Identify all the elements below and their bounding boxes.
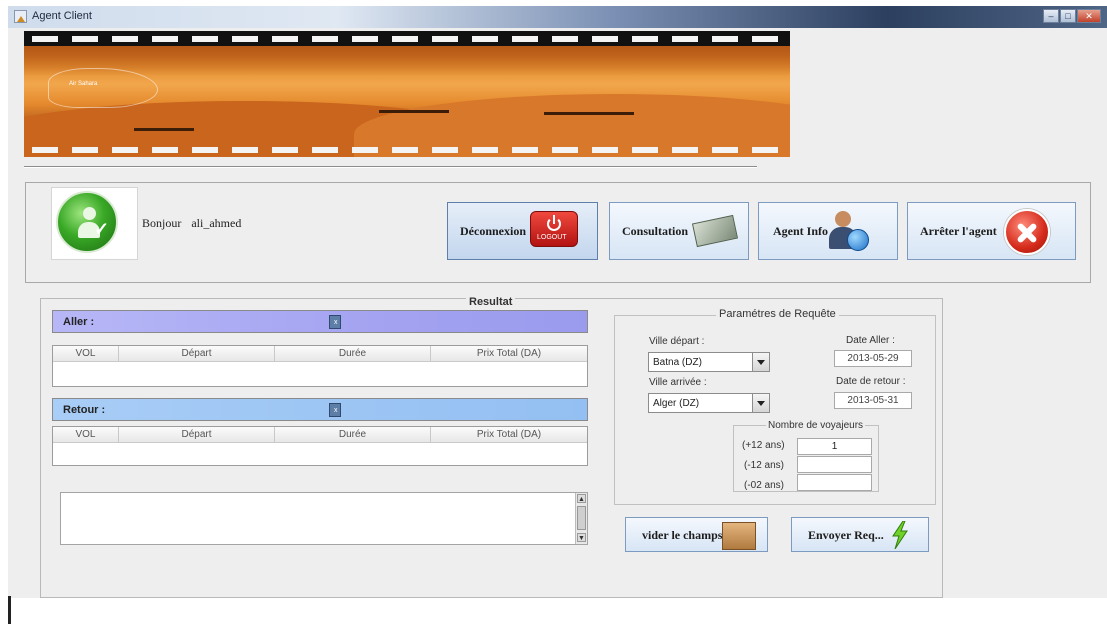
column-header-duree[interactable]: Durée [275, 427, 431, 442]
stop-agent-button[interactable]: Arrêter l'agent [907, 202, 1076, 260]
banner-camel-caravan [134, 128, 194, 131]
send-request-button[interactable]: Envoyer Req... [791, 517, 929, 552]
vertical-scrollbar[interactable]: ▲ ▼ [575, 493, 587, 544]
column-header-vol[interactable]: VOL [53, 346, 119, 361]
greeting-text: Bonjour [142, 216, 182, 230]
arrival-city-value: Alger (DZ) [653, 398, 700, 409]
user-avatar: ✓ [51, 187, 138, 260]
username-text: ali_ahmed [191, 216, 242, 230]
banner-camel-caravan [379, 110, 449, 113]
table-header: VOL Départ Durée Prix Total (DA) [53, 427, 587, 443]
log-text-area[interactable]: ▲ ▼ [60, 492, 588, 545]
departure-city-select[interactable]: Batna (DZ) [648, 352, 770, 372]
consultation-button-label: Consultation [622, 223, 689, 238]
column-header-depart[interactable]: Départ [119, 346, 275, 361]
infants-count-field[interactable] [797, 474, 872, 491]
stop-agent-button-label: Arrêter l'agent [920, 223, 997, 238]
banner-sky [24, 46, 790, 76]
column-header-prix[interactable]: Prix Total (DA) [431, 346, 587, 361]
scroll-down-icon[interactable]: ▼ [577, 533, 586, 542]
clear-fields-label: vider le champs [642, 528, 723, 542]
return-label: Retour : [63, 404, 106, 416]
java-app-icon [14, 10, 27, 23]
agent-info-button[interactable]: Agent Info [758, 202, 898, 260]
chevron-down-icon[interactable] [752, 353, 769, 371]
adults-count-field[interactable]: 1 [797, 438, 872, 455]
scroll-up-icon[interactable]: ▲ [577, 494, 586, 503]
arrival-city-select[interactable]: Alger (DZ) [648, 393, 770, 413]
banner-desert-scene: Air Sahara [24, 46, 790, 157]
window-controls: – □ ✕ [1043, 9, 1101, 23]
departure-city-value: Batna (DZ) [653, 357, 702, 368]
user-greeting: Bonjour ali_ahmed [142, 216, 241, 231]
user-check-icon: ✓ [56, 191, 118, 253]
return-date-label: Date de retour : [836, 376, 906, 387]
check-mark-icon: ✓ [94, 219, 110, 239]
logout-button[interactable]: Déconnexion LOGOUT [447, 202, 598, 260]
logout-icon: LOGOUT [530, 211, 578, 247]
film-sprockets-top [32, 36, 790, 42]
children-count-field[interactable] [797, 456, 872, 473]
banner-camel-caravan [544, 112, 634, 115]
travellers-title: Nombre de voyajeurs [766, 420, 866, 431]
window-titlebar: Agent Client – □ ✕ [8, 6, 1107, 28]
departure-city-label: Ville départ : [649, 336, 705, 347]
lightning-bolt-icon [892, 521, 908, 549]
return-section-bar: Retour : [52, 398, 588, 421]
globe-icon [847, 229, 869, 251]
outbound-date-label: Date Aller : [846, 335, 895, 346]
return-date-field[interactable]: 2013-05-31 [834, 392, 912, 409]
logout-button-label: Déconnexion [460, 223, 526, 238]
ticket-card-icon [691, 214, 739, 248]
stop-x-icon [1004, 209, 1050, 255]
table-header: VOL Départ Durée Prix Total (DA) [53, 346, 587, 362]
minimize-button[interactable]: – [1043, 9, 1059, 23]
banner-logo: Air Sahara [48, 68, 158, 108]
outbound-flights-table[interactable]: VOL Départ Durée Prix Total (DA) [52, 345, 588, 387]
logout-icon-text: LOGOUT [537, 234, 567, 241]
consultation-button[interactable]: Consultation [609, 202, 749, 260]
agent-head [835, 211, 851, 227]
request-params-title: Paramétres de Requête [716, 308, 839, 320]
close-button[interactable]: ✕ [1077, 9, 1101, 23]
banner-logo-text: Air Sahara [69, 81, 98, 87]
column-header-prix[interactable]: Prix Total (DA) [431, 427, 587, 442]
send-request-label: Envoyer Req... [808, 528, 884, 542]
column-header-duree[interactable]: Durée [275, 346, 431, 361]
recycle-box-icon [722, 522, 756, 550]
result-panel-title: Resultat [466, 296, 516, 308]
outbound-date-field[interactable]: 2013-05-29 [834, 350, 912, 367]
scroll-thumb[interactable] [577, 506, 586, 530]
desert-banner-image: Air Sahara [24, 31, 790, 157]
agent-info-button-label: Agent Info [773, 223, 829, 238]
column-header-depart[interactable]: Départ [119, 427, 275, 442]
children-label: (-12 ans) [744, 460, 785, 471]
chevron-down-icon[interactable] [752, 394, 769, 412]
window-left-edge [8, 596, 11, 624]
return-flights-table[interactable]: VOL Départ Durée Prix Total (DA) [52, 426, 588, 466]
clear-fields-button[interactable]: vider le champs [625, 517, 768, 552]
outbound-label: Aller : [63, 316, 95, 328]
column-header-vol[interactable]: VOL [53, 427, 119, 442]
film-sprockets-bottom [32, 147, 790, 153]
calendar-icon[interactable] [329, 403, 341, 417]
window-title: Agent Client [32, 10, 92, 22]
power-icon-bar [553, 215, 555, 224]
banner-separator [24, 166, 757, 168]
calendar-icon[interactable] [329, 315, 341, 329]
arrival-city-label: Ville arrivée : [649, 377, 707, 388]
outbound-section-bar: Aller : [52, 310, 588, 333]
adults-label: (+12 ans) [742, 440, 785, 451]
infants-label: (-02 ans) [744, 480, 785, 491]
agent-globe-icon [827, 209, 871, 253]
maximize-button[interactable]: □ [1060, 9, 1076, 23]
